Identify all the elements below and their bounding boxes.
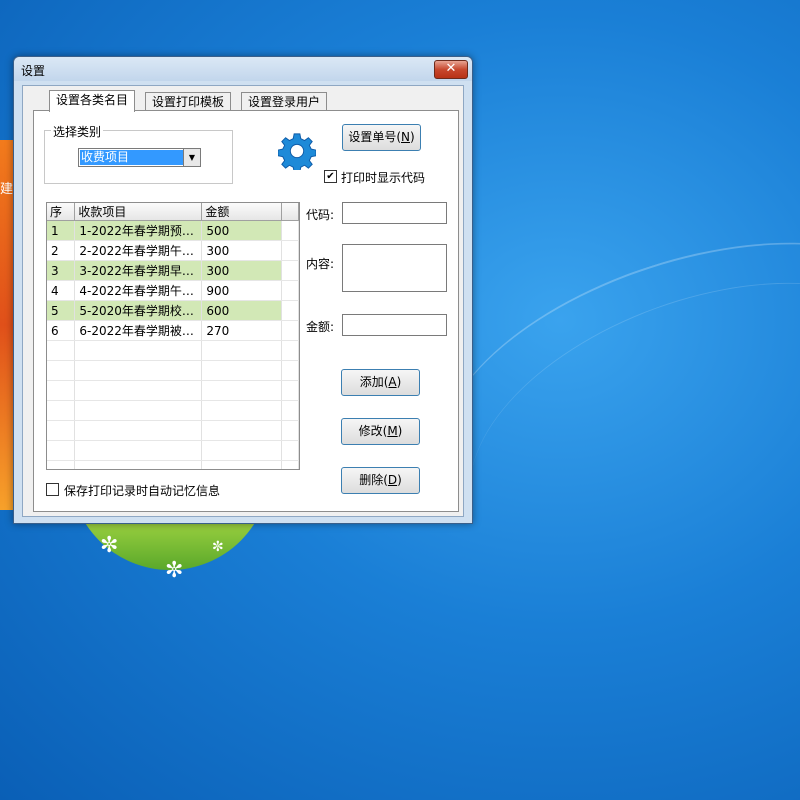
add-button[interactable]: 添加(A) xyxy=(341,369,420,396)
set-number-button[interactable]: 设置单号(N) xyxy=(342,124,421,151)
table-row-empty xyxy=(47,380,299,401)
category-group-label: 选择类别 xyxy=(51,123,104,140)
column-header-amount[interactable]: 金额 xyxy=(201,203,283,221)
delete-button[interactable]: 删除(D) xyxy=(341,467,420,494)
column-header-filler xyxy=(281,203,299,221)
table-row[interactable]: 2 2-2022年春学期午… 300 xyxy=(47,240,299,261)
cell-seq: 5 xyxy=(47,300,76,321)
cell-item: 3-2022年春学期早… xyxy=(74,260,203,281)
table-row-empty xyxy=(47,400,299,421)
amount-label: 金额: xyxy=(306,320,335,334)
cell-amount: 500 xyxy=(201,220,283,241)
cell-seq: 6 xyxy=(47,320,76,341)
cell-amount: 300 xyxy=(201,260,283,281)
content-label: 内容: xyxy=(306,257,335,271)
close-button[interactable]: ✕ xyxy=(434,60,468,79)
table-row[interactable]: 4 4-2022年春学期午… 900 xyxy=(47,280,299,301)
daisy-decoration: ✼ xyxy=(100,533,119,558)
table-row-empty xyxy=(47,360,299,381)
cell-item: 1-2022年春学期预… xyxy=(74,220,203,241)
cell-item: 2-2022年春学期午… xyxy=(74,240,203,261)
close-icon: ✕ xyxy=(445,61,457,76)
cell-seq: 3 xyxy=(47,260,76,281)
cell-amount: 300 xyxy=(201,240,283,261)
category-groupbox: 选择类别 收费项目 ▼ xyxy=(44,123,233,184)
table-row-empty xyxy=(47,340,299,361)
tab-login-users[interactable]: 设置登录用户 xyxy=(241,92,328,111)
gear-icon xyxy=(278,133,316,170)
daisy-decoration: ✼ xyxy=(212,539,224,555)
column-header-item[interactable]: 收款项目 xyxy=(74,203,203,221)
tab-panel-categories: 选择类别 收费项目 ▼ 设置单号(N) ✔ 打印时显示代码 序 收款项目 金额 … xyxy=(33,110,459,512)
content-textarea[interactable] xyxy=(342,244,447,292)
table-row-empty xyxy=(47,440,299,461)
table-row[interactable]: 5 5-2020年春学期校… 600 xyxy=(47,300,299,321)
tab-label: 设置各类名目 xyxy=(56,93,129,107)
table-row-empty xyxy=(47,460,299,469)
amount-input[interactable] xyxy=(342,314,447,336)
auto-remember-label: 保存打印记录时自动记忆信息 xyxy=(64,484,221,498)
tab-label: 设置打印模板 xyxy=(152,95,225,109)
daisy-decoration: ✼ xyxy=(165,558,184,583)
table-row-empty xyxy=(47,420,299,441)
show-code-label: 打印时显示代码 xyxy=(341,171,426,185)
cell-seq: 4 xyxy=(47,280,76,301)
tab-categories[interactable]: 设置各类名目 xyxy=(49,90,136,112)
cell-amount: 600 xyxy=(201,300,283,321)
column-header-seq[interactable]: 序 xyxy=(47,203,76,221)
dialog-body: 设置各类名目 设置打印模板 设置登录用户 选择类别 收费项目 ▼ 设置单号(N)… xyxy=(22,85,464,517)
cell-seq: 1 xyxy=(47,220,76,241)
table-row[interactable]: 6 6-2022年春学期被… 270 xyxy=(47,320,299,341)
tab-print-template[interactable]: 设置打印模板 xyxy=(145,92,232,111)
show-code-checkbox[interactable]: ✔ xyxy=(324,170,337,183)
cell-amount: 900 xyxy=(201,280,283,301)
category-select[interactable]: 收费项目 ▼ xyxy=(78,148,201,167)
tab-label: 设置登录用户 xyxy=(248,95,321,109)
table-row[interactable]: 3 3-2022年春学期早… 300 xyxy=(47,260,299,281)
title-bar[interactable]: 设置 ✕ xyxy=(14,57,472,81)
edit-button[interactable]: 修改(M) xyxy=(341,418,420,445)
category-select-value: 收费项目 xyxy=(80,150,183,165)
cell-item: 5-2020年春学期校… xyxy=(74,300,203,321)
cell-amount: 270 xyxy=(201,320,283,341)
settings-dialog: 设置 ✕ 设置各类名目 设置打印模板 设置登录用户 选择类别 收费项目 ▼ 设置… xyxy=(13,56,473,524)
desktop-icon-label[interactable]: 建 xyxy=(0,178,13,197)
code-input[interactable] xyxy=(342,202,447,224)
chevron-down-icon[interactable]: ▼ xyxy=(183,149,200,166)
cell-seq: 2 xyxy=(47,240,76,261)
table-header-row: 序 收款项目 金额 xyxy=(47,203,299,221)
table-row[interactable]: 1 1-2022年春学期预… 500 xyxy=(47,220,299,241)
auto-remember-checkbox[interactable] xyxy=(46,483,59,496)
cell-item: 6-2022年春学期被… xyxy=(74,320,203,341)
cell-item: 4-2022年春学期午… xyxy=(74,280,203,301)
items-table[interactable]: 序 收款项目 金额 1 1-2022年春学期预… 500 2 2-2022年春学… xyxy=(46,202,300,470)
code-label: 代码: xyxy=(306,208,335,222)
window-title: 设置 xyxy=(21,64,46,78)
